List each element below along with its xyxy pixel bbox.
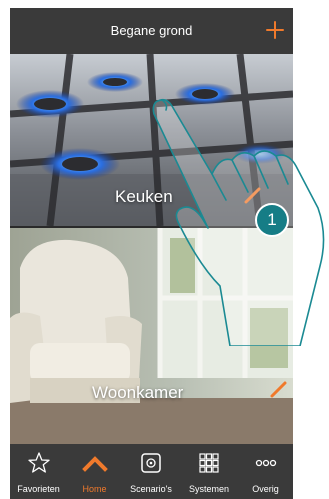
nav-item-overig[interactable]: Overig (238, 444, 293, 499)
nav-label-favorieten: Favorieten (17, 484, 60, 494)
edit-pencil-icon[interactable] (268, 378, 290, 400)
star-icon (27, 452, 50, 473)
add-button[interactable] (263, 18, 287, 42)
step-callout-badge: 1 (255, 203, 289, 237)
nav-label-overig: Overig (252, 484, 279, 494)
nav-label-scenarios: Scenario's (130, 484, 172, 494)
nav-item-systemen[interactable]: Systemen (180, 444, 238, 499)
more-icon (255, 459, 276, 467)
bottom-nav: Favorieten Home Scenario's Systemen Over… (10, 444, 293, 499)
scenario-icon (141, 453, 161, 473)
header-bar: Begane grond (10, 8, 293, 54)
room-label-woonkamer: Woonkamer (92, 383, 184, 402)
grid-icon (199, 453, 219, 473)
nav-label-systemen: Systemen (188, 484, 230, 494)
page-title: Begane grond (110, 23, 193, 38)
nav-item-scenarios[interactable]: Scenario's (122, 444, 180, 499)
nav-item-home[interactable]: Home (67, 444, 122, 499)
pointing-hand-illustration (152, 98, 325, 346)
nav-label-home: Home (82, 484, 107, 494)
nav-item-favorieten[interactable]: Favorieten (10, 444, 67, 499)
home-icon (81, 456, 108, 472)
